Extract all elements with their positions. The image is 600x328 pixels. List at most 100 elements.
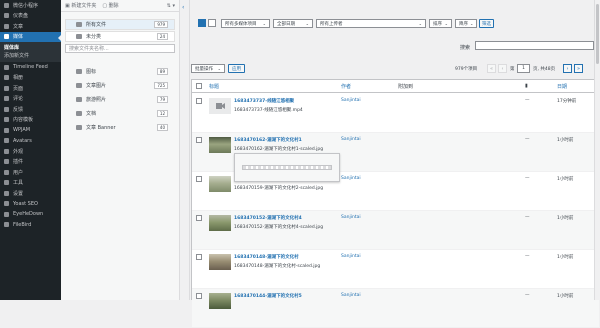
sidebar-item-yoast[interactable]: Yoast SEO [0,199,61,210]
sidebar-item-pages[interactable]: 页面 [0,83,61,94]
author-link[interactable]: Sanjintai [341,215,361,220]
image-thumbnail[interactable] [209,137,231,153]
author-link[interactable]: Sanjintai [341,98,361,103]
folder-icon [76,34,82,39]
image-thumbnail[interactable] [209,293,231,309]
media-title-link[interactable]: 1683470144-湄湖下的文化村5 [234,293,302,299]
row-checkbox[interactable] [196,98,202,104]
column-date[interactable]: 日期 [557,83,567,90]
sidebar-item-filebird[interactable]: FileBird [0,220,61,231]
media-title-link[interactable]: 1683470152-湄湖下的文化村4 [234,215,302,221]
sidebar-item-albums[interactable]: 相册 [0,73,61,84]
scrollbar-thumb[interactable] [596,4,599,64]
row-checkbox[interactable] [196,176,202,182]
media-title-link[interactable]: 1683470148-湄湖下的文化村 [234,254,299,260]
column-author[interactable]: 作者 [341,83,351,90]
author-link[interactable]: Sanjintai [341,254,361,259]
sort-folder-icon[interactable]: ⇅ ▾ [167,3,175,9]
author-link[interactable]: Sanjintai [341,137,361,142]
sidebar-item-settings[interactable]: 设置 [0,188,61,199]
sidebar-item-comments[interactable]: 评论 [0,94,61,105]
bulk-action-select[interactable]: 批量操作 ⌄ [191,64,225,73]
sidebar-item-media[interactable]: 媒体 [0,31,61,42]
last-page-button[interactable]: » [574,64,583,73]
sidebar-item-dashboard[interactable]: 仪表盘 [0,11,61,22]
sidebar-item-users[interactable]: 用户 [0,167,61,178]
uploader-value: 所有上传者 [320,21,343,27]
submenu-media-library[interactable]: 媒体库 [0,43,61,51]
list-view-icon[interactable] [198,19,206,27]
row-checkbox[interactable] [196,215,202,221]
sidebar-item-templates[interactable]: 内容模板 [0,115,61,126]
folder-item[interactable]: 文章 Banner 40 [65,121,175,134]
image-thumbnail[interactable] [209,176,231,192]
submenu-add-new[interactable]: 添加新文件 [0,51,61,59]
first-page-button[interactable]: « [487,64,496,73]
sort-select[interactable]: 排序 ⌄ [429,19,452,28]
upload-date: 17分钟前 [557,99,577,104]
current-page-input[interactable]: 1 [517,64,530,73]
filter-button[interactable]: 筛选 [479,19,494,28]
folder-all-files[interactable]: 所有文件 979 [65,19,175,30]
date-filter[interactable]: 全部日期 ⌄ [273,19,313,28]
comment-count: — [525,98,530,103]
select-all-checkbox[interactable] [196,83,202,89]
folder-uncategorized[interactable]: 未分类 24 [65,31,175,42]
search-input[interactable] [475,41,594,50]
sidebar-item-label: 媒体 [13,34,24,41]
next-page-button[interactable]: › [563,64,572,73]
folder-item[interactable]: 文章图片 725 [65,79,175,92]
item-count: 979个项目 [455,67,478,72]
folder-label: 文章图片 [86,83,107,89]
order-select[interactable]: 降序 ⌄ [455,19,477,28]
folder-label: 文档 [86,111,97,117]
grid-view-icon[interactable] [208,19,216,27]
media-title-link[interactable]: 1683470162-湄湖下的文化村1 [234,137,302,143]
media-type-filter[interactable]: 所有多媒体项目 ⌄ [221,19,270,28]
sidebar-item-tools[interactable]: 工具 [0,178,61,189]
media-title-link[interactable]: 1683473737-线随江悠相聚 [234,98,294,104]
delete-folder-button[interactable]: ▢ 删除 [102,2,118,9]
sidebar-item-eyehedown[interactable]: EyeHeDown [0,209,61,220]
page-scrollbar[interactable] [594,0,600,300]
row-checkbox[interactable] [196,293,202,299]
total-pages: 页, 共48页 [533,67,556,72]
sidebar-item-plugins[interactable]: 插件 [0,157,61,168]
video-file-icon[interactable] [209,98,231,114]
row-checkbox[interactable] [196,254,202,260]
sidebar-item-appearance[interactable]: 外观 [0,146,61,157]
folder-item[interactable]: 文档 12 [65,107,175,120]
sidebar-item-wpjam[interactable]: WPJAM [0,125,61,136]
sidebar-item-label: 评论 [13,96,24,103]
media-filename: 1683473737-线随江悠相聚.mp4 [234,108,303,113]
comments-icon [4,96,9,102]
sidebar-item-feedback[interactable]: 反馈 [0,104,61,115]
folder-search-input[interactable]: 搜索文件夹名称... [65,44,175,53]
posts-icon [4,23,9,29]
templates-icon [4,117,9,123]
folder-icon [76,97,82,102]
date-filter-value: 全部日期 [277,21,295,27]
sidebar-item-avatars[interactable]: Avatars [0,136,61,147]
prev-page-button[interactable]: ‹ [498,64,507,73]
column-title[interactable]: 标题 [209,83,219,90]
image-thumbnail[interactable] [209,215,231,231]
folder-item[interactable]: 旅游照片 79 [65,93,175,106]
folder-toolbar: ▣ 新建文件夹 ▢ 删除 ⇅ ▾ [61,0,179,12]
folder-panel-collapse[interactable]: ‹ [180,0,190,300]
apply-button[interactable]: 应用 [228,64,245,73]
sidebar-item-posts[interactable]: 文章 [0,21,61,32]
folder-item[interactable]: 图标 89 [65,65,175,78]
first-page-label: « [489,65,494,72]
image-thumbnail[interactable] [209,254,231,270]
author-link[interactable]: Sanjintai [341,176,361,181]
comment-icon[interactable]: ▮ [525,83,528,89]
chevron-down-icon: ⌄ [470,21,474,26]
row-checkbox[interactable] [196,137,202,143]
sidebar-item-wechat[interactable]: 微信小程序 [0,0,61,11]
uploader-filter[interactable]: 所有上传者 ⌄ [316,19,426,28]
sidebar-item-timeline[interactable]: Timeline Feed [0,62,61,73]
new-folder-button[interactable]: ▣ 新建文件夹 [65,2,96,9]
folder-count: 12 [156,110,168,117]
author-link[interactable]: Sanjintai [341,293,361,298]
